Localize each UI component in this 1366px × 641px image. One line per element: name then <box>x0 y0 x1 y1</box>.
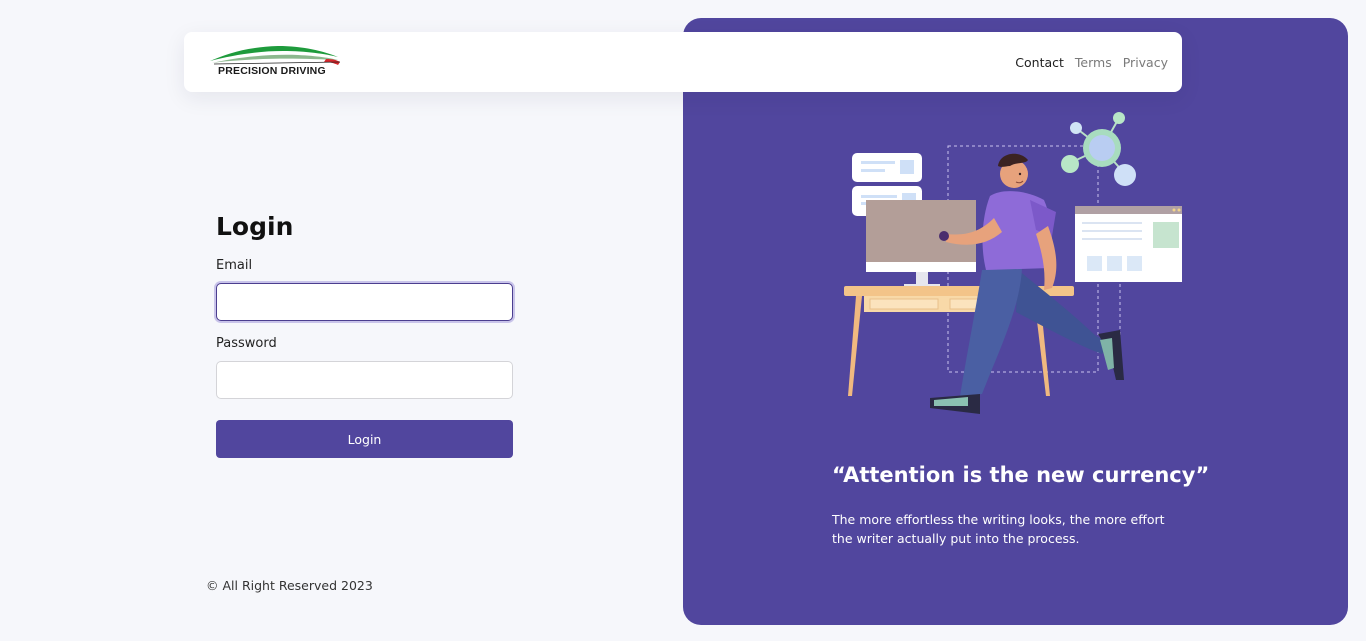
nav-link-contact[interactable]: Contact <box>1015 55 1064 70</box>
login-title: Login <box>216 212 294 241</box>
copyright-text: © All Right Reserved 2023 <box>206 578 373 593</box>
login-button[interactable]: Login <box>216 420 513 458</box>
hero-quote-body: The more effortless the writing looks, t… <box>832 512 1165 546</box>
password-field[interactable] <box>216 361 513 399</box>
password-label: Password <box>216 336 277 351</box>
brand-name: PRECISION DRIVING <box>218 65 326 77</box>
email-label: Email <box>216 258 253 273</box>
nav-link-privacy[interactable]: Privacy <box>1123 55 1168 70</box>
nav-link-terms[interactable]: Terms <box>1075 55 1112 70</box>
navbar: PRECISION DRIVING Contact Terms Privacy <box>184 32 1182 92</box>
person-at-desk-illustration <box>830 108 1182 428</box>
email-field[interactable] <box>216 283 513 321</box>
brand-logo[interactable]: PRECISION DRIVING <box>208 43 342 81</box>
nav-links: Contact Terms Privacy <box>1015 32 1168 92</box>
hero-quote-title: “Attention is the new currency” <box>832 463 1210 487</box>
